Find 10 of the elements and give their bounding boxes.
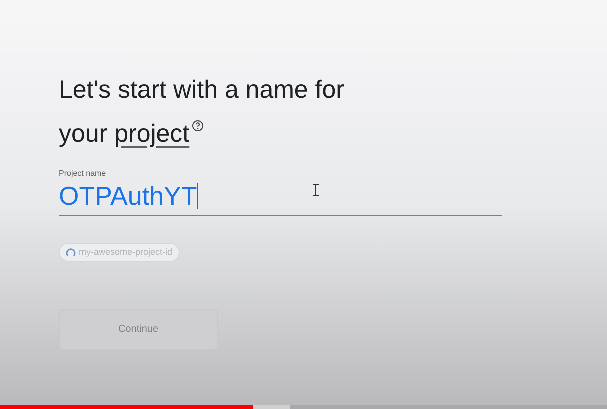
text-caret: [197, 183, 198, 209]
project-name-field[interactable]: Project name OTPAuthYT: [59, 169, 502, 216]
page-heading: Let's start with a name for your project: [59, 75, 346, 150]
field-label: Project name: [59, 169, 108, 179]
spinner-icon: [66, 248, 76, 258]
text-cursor-icon: [313, 184, 319, 196]
help-icon[interactable]: [192, 120, 204, 132]
field-value: OTPAuthYT: [59, 180, 198, 213]
project-link[interactable]: project: [114, 120, 190, 148]
video-progress-track[interactable]: [0, 405, 607, 409]
